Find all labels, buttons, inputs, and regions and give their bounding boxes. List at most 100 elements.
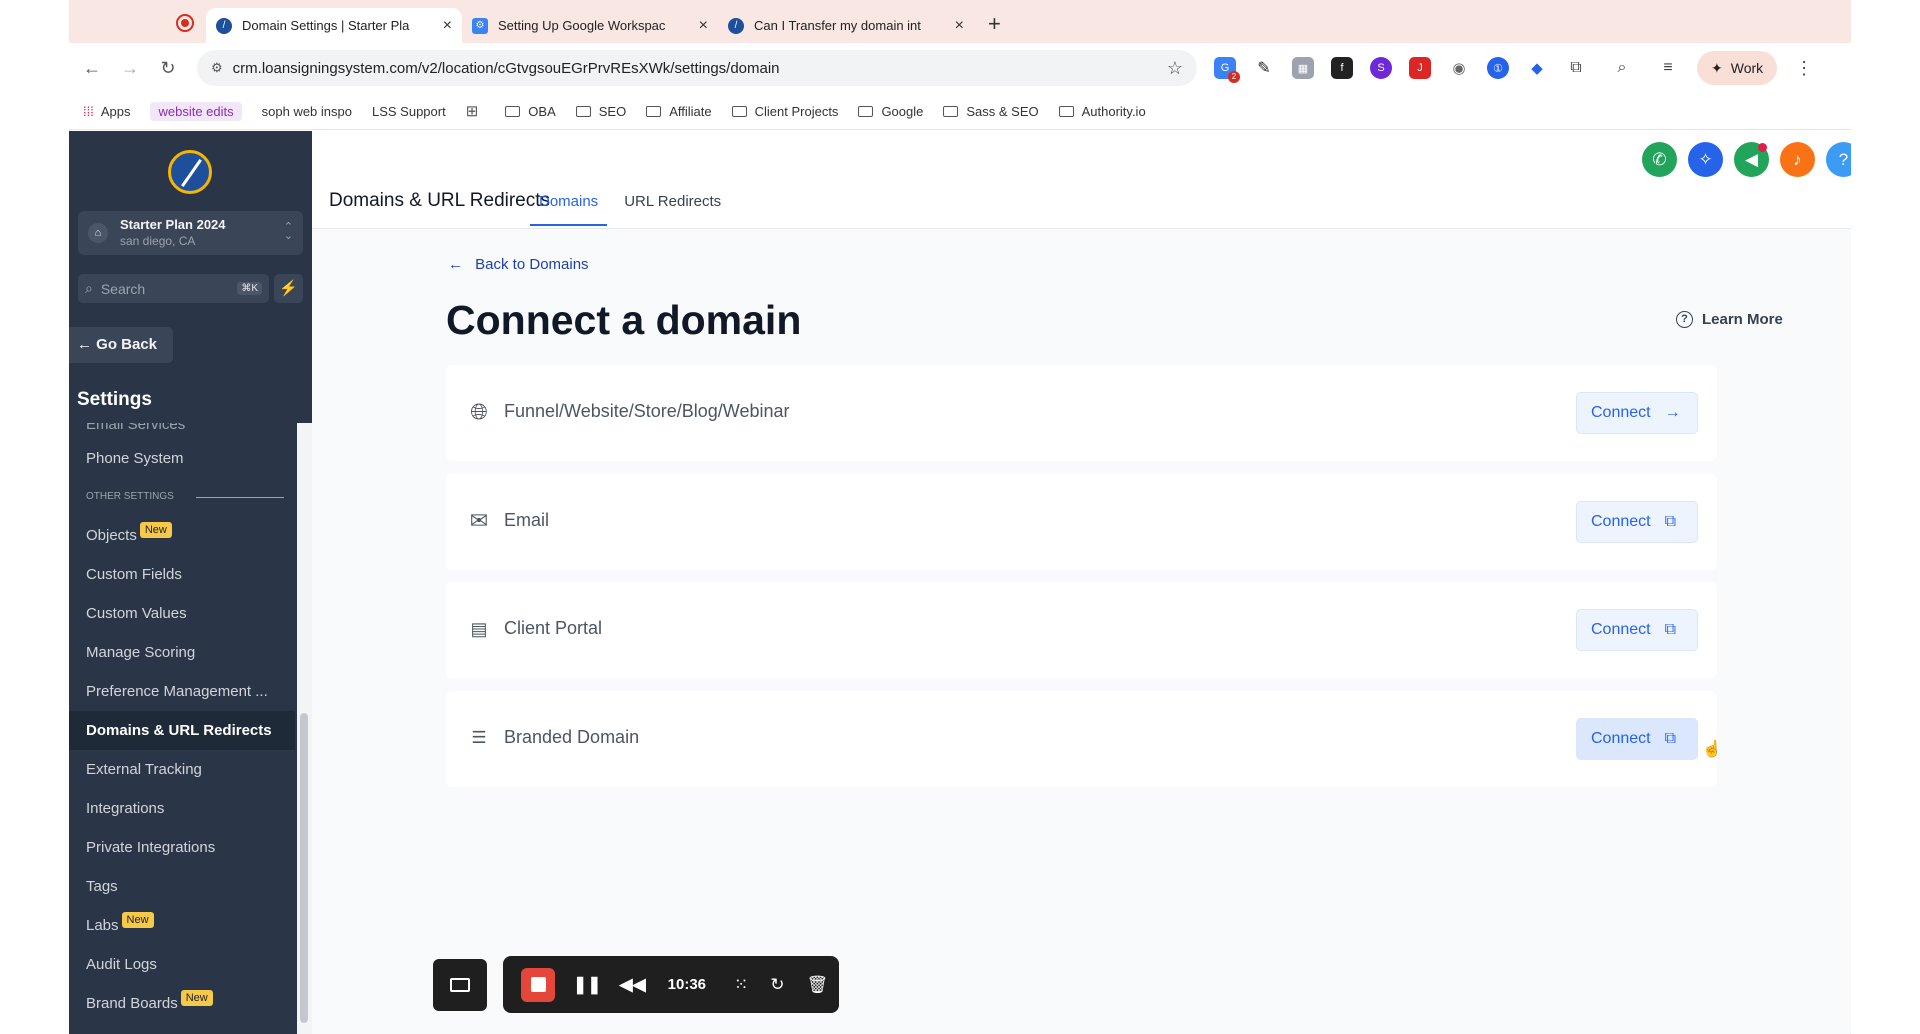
app-logo[interactable]: [168, 150, 212, 194]
browser-tab-2[interactable]: ⚙ Setting Up Google Workspac ×: [462, 8, 718, 43]
sidebar-item-integrations[interactable]: Integrations: [69, 789, 295, 828]
back-to-domains-link[interactable]: ← Back to Domains: [448, 256, 589, 273]
bookmark-label: Sass & SEO: [966, 103, 1039, 119]
profile-button[interactable]: ✦ Work: [1697, 51, 1778, 85]
extension-icon[interactable]: J: [1409, 57, 1431, 79]
arrow-left-icon: ←: [448, 256, 463, 273]
stop-recording-button[interactable]: [521, 967, 555, 1002]
reading-list-icon[interactable]: ≡: [1657, 57, 1679, 79]
restart-icon[interactable]: ↻: [770, 975, 784, 995]
bookmark-grid[interactable]: ⊞: [466, 102, 486, 120]
sidebar-item-email-services[interactable]: Email Services: [69, 423, 295, 439]
browser-menu-icon[interactable]: ⋮: [1795, 58, 1813, 79]
bookmark-folder-sass-seo[interactable]: Sass & SEO: [943, 103, 1039, 119]
back-arrow-icon[interactable]: ←: [73, 58, 111, 79]
address-bar[interactable]: ⚙ crm.loansigningsystem.com/v2/location/…: [197, 50, 1197, 86]
notification-dot: [1758, 143, 1767, 152]
go-back-button[interactable]: ← Go Back: [69, 327, 173, 363]
camera-toggle-button[interactable]: [433, 959, 487, 1011]
password-manager-icon[interactable]: ①: [1487, 57, 1509, 79]
sidebar-item-tags[interactable]: Tags: [69, 867, 295, 906]
folder-icon: [731, 105, 747, 117]
bookmark-folder-authority[interactable]: Authority.io: [1058, 103, 1146, 119]
mail-icon: ✉: [469, 508, 489, 533]
sidebar-item-phone-system[interactable]: Phone System: [69, 439, 295, 478]
close-tab-icon[interactable]: ×: [443, 17, 452, 35]
tab-domains[interactable]: Domains: [530, 187, 608, 226]
camera-icon[interactable]: ◉: [1448, 57, 1470, 79]
bookmark-label: Authority.io: [1081, 103, 1146, 119]
bookmark-folder-client-projects[interactable]: Client Projects: [731, 104, 838, 119]
close-tab-icon[interactable]: ×: [955, 17, 964, 35]
sidebar-item-label: Integrations: [86, 800, 165, 817]
bookmark-folder-google[interactable]: Google: [858, 104, 923, 119]
sidebar-scrollbar[interactable]: [297, 423, 312, 1034]
tag-icon[interactable]: ◆: [1526, 57, 1548, 79]
help-icon[interactable]: ?: [1826, 142, 1851, 177]
sidebar-item-private-integrations[interactable]: Private Integrations: [69, 828, 295, 867]
font-extension-icon[interactable]: f: [1331, 57, 1353, 79]
browser-tab-3[interactable]: / Can I Transfer my domain int ×: [718, 8, 974, 43]
connect-branded-domain-button[interactable]: Connect ⧉: [1576, 718, 1698, 760]
sidebar-item-label: Domains & URL Redirects: [86, 722, 272, 739]
sidebar-item-external-tracking[interactable]: External Tracking: [69, 750, 295, 789]
location-switcher[interactable]: ⌂ Starter Plan 2024 san diego, CA ⌃ ⌄: [78, 211, 303, 255]
reload-icon[interactable]: ↻: [149, 58, 187, 79]
learn-more-link[interactable]: ? Learn More: [1676, 311, 1783, 328]
grid-dots-icon[interactable]: ⁙: [734, 975, 748, 995]
extension-icon[interactable]: G2: [1214, 57, 1240, 83]
sidebar-item-brand-boards[interactable]: Brand Boards New: [69, 984, 295, 1023]
connect-funnel-button[interactable]: Connect →: [1576, 392, 1698, 434]
connect-client-portal-button[interactable]: Connect ⧉: [1576, 609, 1698, 651]
arrow-right-icon: →: [1664, 404, 1681, 421]
megaphone-icon[interactable]: ◀: [1734, 142, 1769, 177]
sidebar-item-objects[interactable]: Objects New: [69, 516, 295, 555]
sidebar-item-audit-logs[interactable]: Audit Logs: [69, 945, 295, 984]
site-settings-icon[interactable]: ⚙: [211, 60, 223, 76]
bookmark-folder-affiliate[interactable]: Affiliate: [646, 104, 712, 119]
extension-icon[interactable]: ▦: [1292, 57, 1314, 79]
bookmark-folder-seo[interactable]: SEO: [575, 104, 626, 119]
extension-badge: 2: [1228, 71, 1240, 83]
sidebar-item-custom-values[interactable]: Custom Values: [69, 594, 295, 633]
connect-email-button[interactable]: Connect ⧉: [1576, 501, 1698, 543]
location-name: Starter Plan 2024: [120, 217, 226, 232]
sidebar-item-label: Custom Values: [86, 605, 187, 622]
pause-icon[interactable]: ❚❚: [573, 975, 602, 995]
bookmark-star-icon[interactable]: ☆: [1167, 58, 1183, 79]
tab-url-redirects[interactable]: URL Redirects: [615, 187, 730, 226]
sidebar-item-preference-management[interactable]: Preference Management ...: [69, 672, 295, 711]
trash-icon[interactable]: 🗑︎: [807, 975, 829, 995]
bookmark-lss-support[interactable]: LSS Support: [372, 104, 446, 119]
magic-wand-icon[interactable]: ✧: [1688, 142, 1723, 177]
scrollbar-thumb[interactable]: [300, 713, 308, 1023]
bookmark-label: OBA: [528, 103, 556, 119]
puzzle-icon[interactable]: ⧉: [1565, 57, 1587, 79]
sidebar-item-custom-fields[interactable]: Custom Fields: [69, 555, 295, 594]
bookmark-soph-web-inspo[interactable]: soph web inspo: [262, 104, 352, 119]
sidebar-search[interactable]: ⌕ Search ⌘K: [78, 274, 269, 303]
tab-bar: / Domain Settings | Starter Pla × ⚙ Sett…: [69, 0, 1851, 43]
phone-icon[interactable]: ✆: [1642, 142, 1677, 177]
new-badge: New: [180, 990, 213, 1006]
browser-tab-1[interactable]: / Domain Settings | Starter Pla ×: [206, 8, 462, 43]
close-tab-icon[interactable]: ×: [699, 17, 708, 35]
bookmark-apps[interactable]: ⁞⁞⁞ Apps: [83, 104, 130, 119]
rewind-icon[interactable]: ◀◀: [620, 975, 646, 995]
new-tab-icon[interactable]: +: [988, 11, 1001, 37]
extension-icon[interactable]: S: [1370, 57, 1392, 79]
section-label: OTHER SETTINGS: [86, 491, 174, 502]
tab-search-icon[interactable]: ⌕: [1611, 57, 1633, 79]
bookmark-folder-oba[interactable]: OBA: [505, 103, 556, 119]
chat-widget-button[interactable]: [1846, 1023, 1851, 1034]
quick-action-bolt-icon[interactable]: ⚡: [274, 274, 303, 303]
tab-title: Domain Settings | Starter Pla: [242, 18, 410, 33]
sidebar-item-labs[interactable]: Labs New: [69, 906, 295, 945]
sidebar-item-domains-url-redirects[interactable]: Domains & URL Redirects: [69, 711, 295, 750]
bell-icon[interactable]: ♪: [1780, 142, 1815, 177]
branded-domain-icon: ☰: [471, 728, 487, 747]
sidebar-item-manage-scoring[interactable]: Manage Scoring: [69, 633, 295, 672]
bookmark-website-edits[interactable]: website edits: [150, 101, 242, 121]
eyedropper-icon[interactable]: ✎: [1253, 57, 1275, 79]
forward-arrow-icon[interactable]: →: [111, 58, 149, 79]
